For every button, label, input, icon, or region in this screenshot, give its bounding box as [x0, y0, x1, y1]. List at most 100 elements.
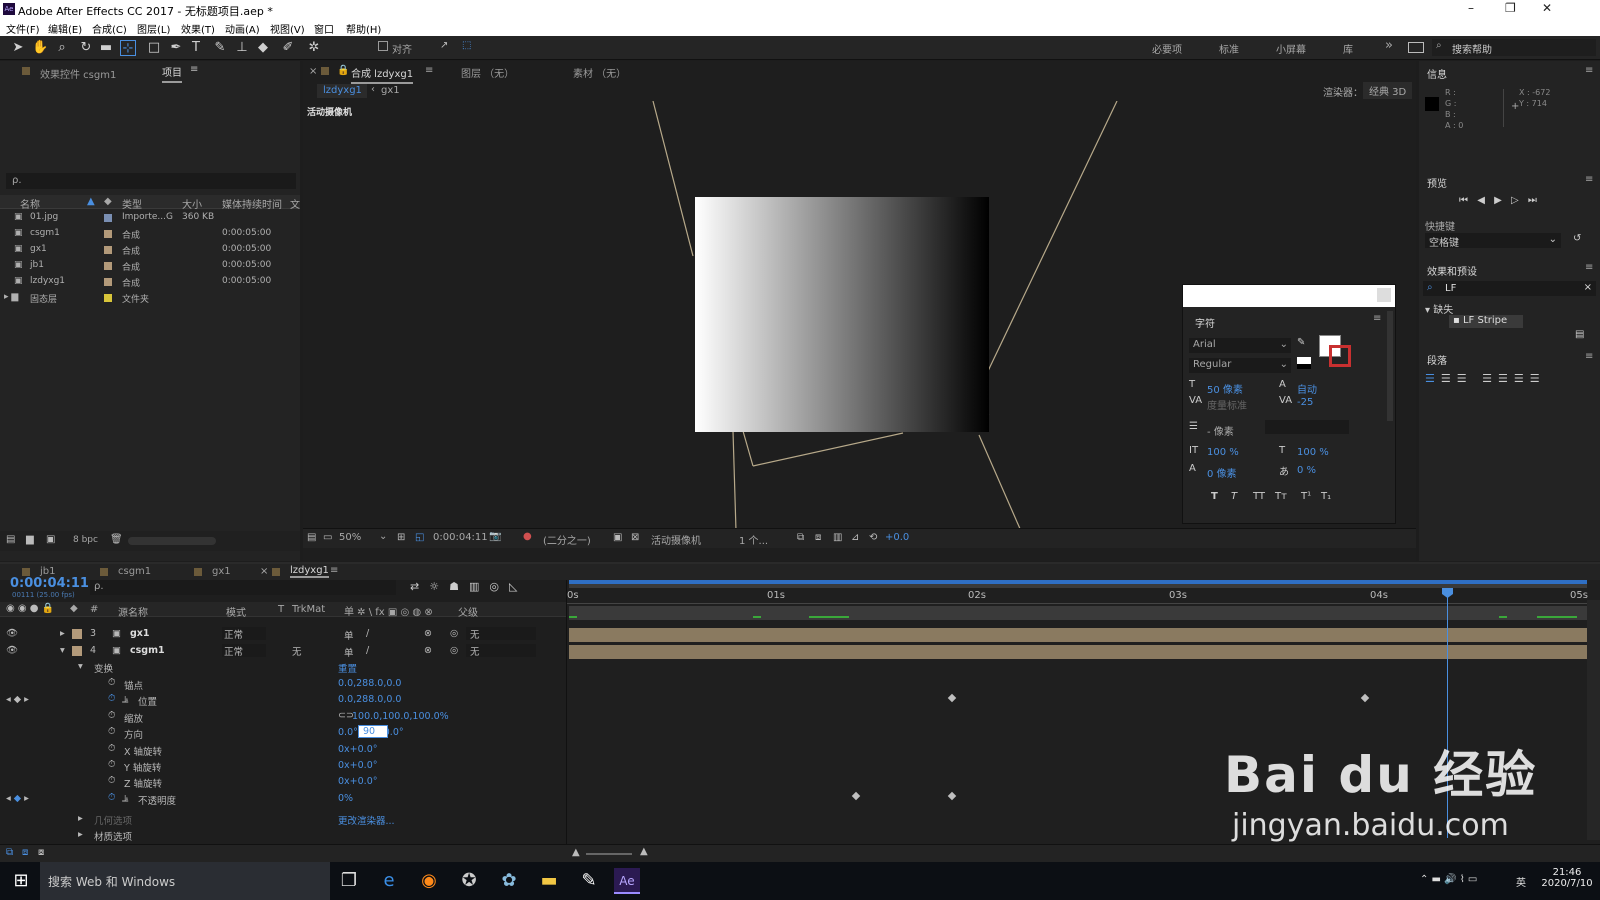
property-value[interactable]: 0x+0.0° [338, 760, 377, 771]
blend-mode-select[interactable]: 正常 [222, 644, 266, 658]
preview-menu-icon[interactable]: ≡ [1585, 174, 1593, 185]
property-value[interactable]: 100.0,100.0,100.0% [352, 711, 449, 722]
app-icon-4[interactable]: ✿ [496, 868, 522, 894]
col-number[interactable]: # [90, 604, 98, 615]
stroke-style-select[interactable] [1265, 420, 1349, 434]
draft-3d-icon[interactable]: ☼ [429, 580, 449, 593]
hand-tool-icon[interactable]: ✋ [32, 40, 48, 56]
tab-composition[interactable]: 合成 lzdyxg1 [351, 65, 414, 84]
breadcrumb-lzdyxg1[interactable]: lzdyxg1 [317, 84, 367, 98]
stopwatch-icon[interactable]: ⏱ [108, 693, 115, 704]
align-center-icon[interactable]: ☰ [1441, 372, 1457, 385]
position-keyframe[interactable] [947, 693, 957, 703]
parent-select[interactable]: 无 [466, 644, 536, 658]
first-frame-icon[interactable]: ⏮ [1459, 195, 1468, 206]
snap-options-icon[interactable]: ↗ [440, 40, 448, 51]
project-item[interactable]: ▣ csgm1 合成 0:00:05:00 [0, 226, 300, 242]
new-comp-icon[interactable]: ▣ [46, 534, 55, 545]
font-family-select[interactable]: Arial ⌄ [1189, 338, 1291, 353]
timeline-search-input[interactable]: ρ. [90, 580, 396, 595]
toggle-switches-icon[interactable]: ⧉ [6, 847, 13, 858]
project-search-input[interactable]: ρ. [6, 173, 296, 189]
shy-icon[interactable]: ☗ [449, 580, 469, 593]
material-options-label-row[interactable]: ▸ 材质选项 [0, 827, 566, 843]
pickwhip-icon[interactable]: ◎ [450, 645, 458, 656]
project-scrollbar[interactable] [128, 537, 216, 545]
col-parent[interactable]: 父级 [458, 604, 478, 619]
category-missing[interactable]: ▾ 缺失 [1425, 301, 1453, 316]
timeline-icon[interactable]: ▥ [833, 532, 842, 543]
graph-icon[interactable]: ⫡ [122, 694, 128, 705]
property-value[interactable]: 0% [338, 793, 353, 804]
expand-icon[interactable]: ▸ [78, 813, 83, 824]
horizontal-scale-value[interactable]: 100 % [1297, 447, 1329, 458]
timeline-scrollbar[interactable] [1587, 600, 1600, 840]
leading-value[interactable]: 自动 [1297, 381, 1317, 396]
menu-file[interactable]: 文件(F) [6, 21, 40, 36]
timeline-zoom-slider[interactable] [586, 853, 632, 855]
mask-visibility-icon[interactable]: ◱ [415, 532, 424, 543]
timeline-current-time[interactable]: 0:00:04:11 [10, 576, 89, 591]
workspace-overflow-button[interactable]: » [1385, 38, 1393, 53]
tab-lzdyxg1[interactable]: lzdyxg1 [290, 565, 329, 578]
project-item[interactable]: ▣ 01.jpg Importe...G 360 KB [0, 210, 300, 226]
comp-mini-flowchart-icon[interactable]: ⇄ [410, 580, 429, 593]
property-value[interactable]: 0.0,288.0,0.0 [338, 678, 401, 689]
layer-bar-gx1[interactable] [569, 628, 1587, 642]
play-icon[interactable]: ▶ [1494, 195, 1502, 206]
after-effects-icon[interactable]: Ae [614, 868, 640, 894]
selection-tool-icon[interactable]: ➤ [10, 40, 26, 56]
info-menu-icon[interactable]: ≡ [1585, 65, 1593, 76]
shortcut-select[interactable]: 空格键 ⌄ [1425, 233, 1561, 249]
eraser-tool-icon[interactable]: ◆ [255, 40, 271, 56]
col-mode[interactable]: 模式 [226, 604, 246, 619]
close-tab-icon[interactable]: × [309, 66, 317, 77]
keyframe-navigator-icon[interactable]: ◂ ◆ ▸ [6, 793, 29, 804]
project-item[interactable]: ▸ ▆ 固态层 文件夹 [0, 290, 300, 306]
tab-effect-controls[interactable]: 效果控件 csgm1 [40, 66, 116, 81]
system-tray-icons[interactable]: ⌃ ▬ 🔊 ⌇ ▭ [1420, 874, 1477, 885]
next-frame-icon[interactable]: ▷ [1511, 195, 1519, 206]
project-item[interactable]: ▣ jb1 合成 0:00:05:00 [0, 258, 300, 274]
property-edit-field[interactable]: 90 [358, 725, 388, 739]
new-preset-icon[interactable]: ▤ [1575, 329, 1584, 340]
col-source-name[interactable]: 源名称 [118, 604, 148, 619]
stroke-color-swatch[interactable] [1329, 345, 1351, 367]
minimize-button[interactable]: – [1468, 1, 1474, 15]
effects-menu-icon[interactable]: ≡ [1585, 262, 1593, 273]
preview-toggle-icon[interactable]: ▤ [307, 532, 316, 543]
col-file[interactable]: 文 [290, 196, 300, 211]
trkmat-select[interactable] [290, 627, 330, 640]
task-view-icon[interactable]: ❐ [336, 868, 362, 894]
camera-view-select[interactable]: 活动摄像机 [651, 532, 701, 547]
stopwatch-icon[interactable]: ⏱ [108, 710, 115, 721]
tab-project[interactable]: 项目 [162, 64, 182, 83]
character-panel-titlebar[interactable] [1183, 285, 1395, 307]
property-row[interactable]: ⏱ Y 轴旋转 0x+0.0° [0, 758, 566, 774]
work-area-bar[interactable] [569, 580, 1587, 588]
input-language[interactable]: 英 [1516, 874, 1526, 889]
property-row[interactable]: ⏱ Z 轴旋转 0x+0.0° [0, 774, 566, 790]
property-row[interactable]: ⏱ X 轴旋转 0x+0.0° [0, 742, 566, 758]
zoom-tool-icon[interactable]: ⌕ [54, 40, 70, 56]
sync-icon[interactable] [1408, 42, 1424, 53]
justify-left-icon[interactable]: ☰ [1482, 372, 1498, 385]
layer-row[interactable]: 👁 ▾ 4 ▣ csgm1 正常无单 / ⊗ ◎ 无 [0, 643, 566, 659]
vertical-scale-value[interactable]: 100 % [1207, 447, 1239, 458]
view-layout-select[interactable]: 1 个... [739, 532, 768, 547]
exposure-value[interactable]: +0.0 [885, 532, 909, 543]
font-size-value[interactable]: 50 像素 [1207, 381, 1243, 396]
align-left-icon[interactable]: ☰ [1425, 372, 1441, 385]
3d-layer-icon[interactable]: ⊗ [424, 628, 432, 639]
shy-switch-icon[interactable]: 单 [344, 628, 354, 642]
layer-row[interactable]: 👁 ▸ 3 ▣ gx1 正常 单 / ⊗ ◎ 无 [0, 626, 566, 642]
eye-icon[interactable]: 👁 [6, 645, 18, 656]
tab-footage[interactable]: 素材 （无） [573, 65, 626, 80]
opacity-keyframe[interactable] [947, 791, 957, 801]
eyedropper-icon[interactable]: ✎ [1297, 337, 1305, 348]
shy-switch-icon[interactable]: 单 [344, 645, 354, 659]
last-frame-icon[interactable]: ⏭ [1528, 195, 1537, 206]
help-search-input[interactable]: ⌕ 搜索帮助 [1432, 39, 1596, 56]
layer-bar-csgm1[interactable] [569, 645, 1587, 659]
new-folder-icon[interactable]: ▆ [26, 534, 34, 545]
